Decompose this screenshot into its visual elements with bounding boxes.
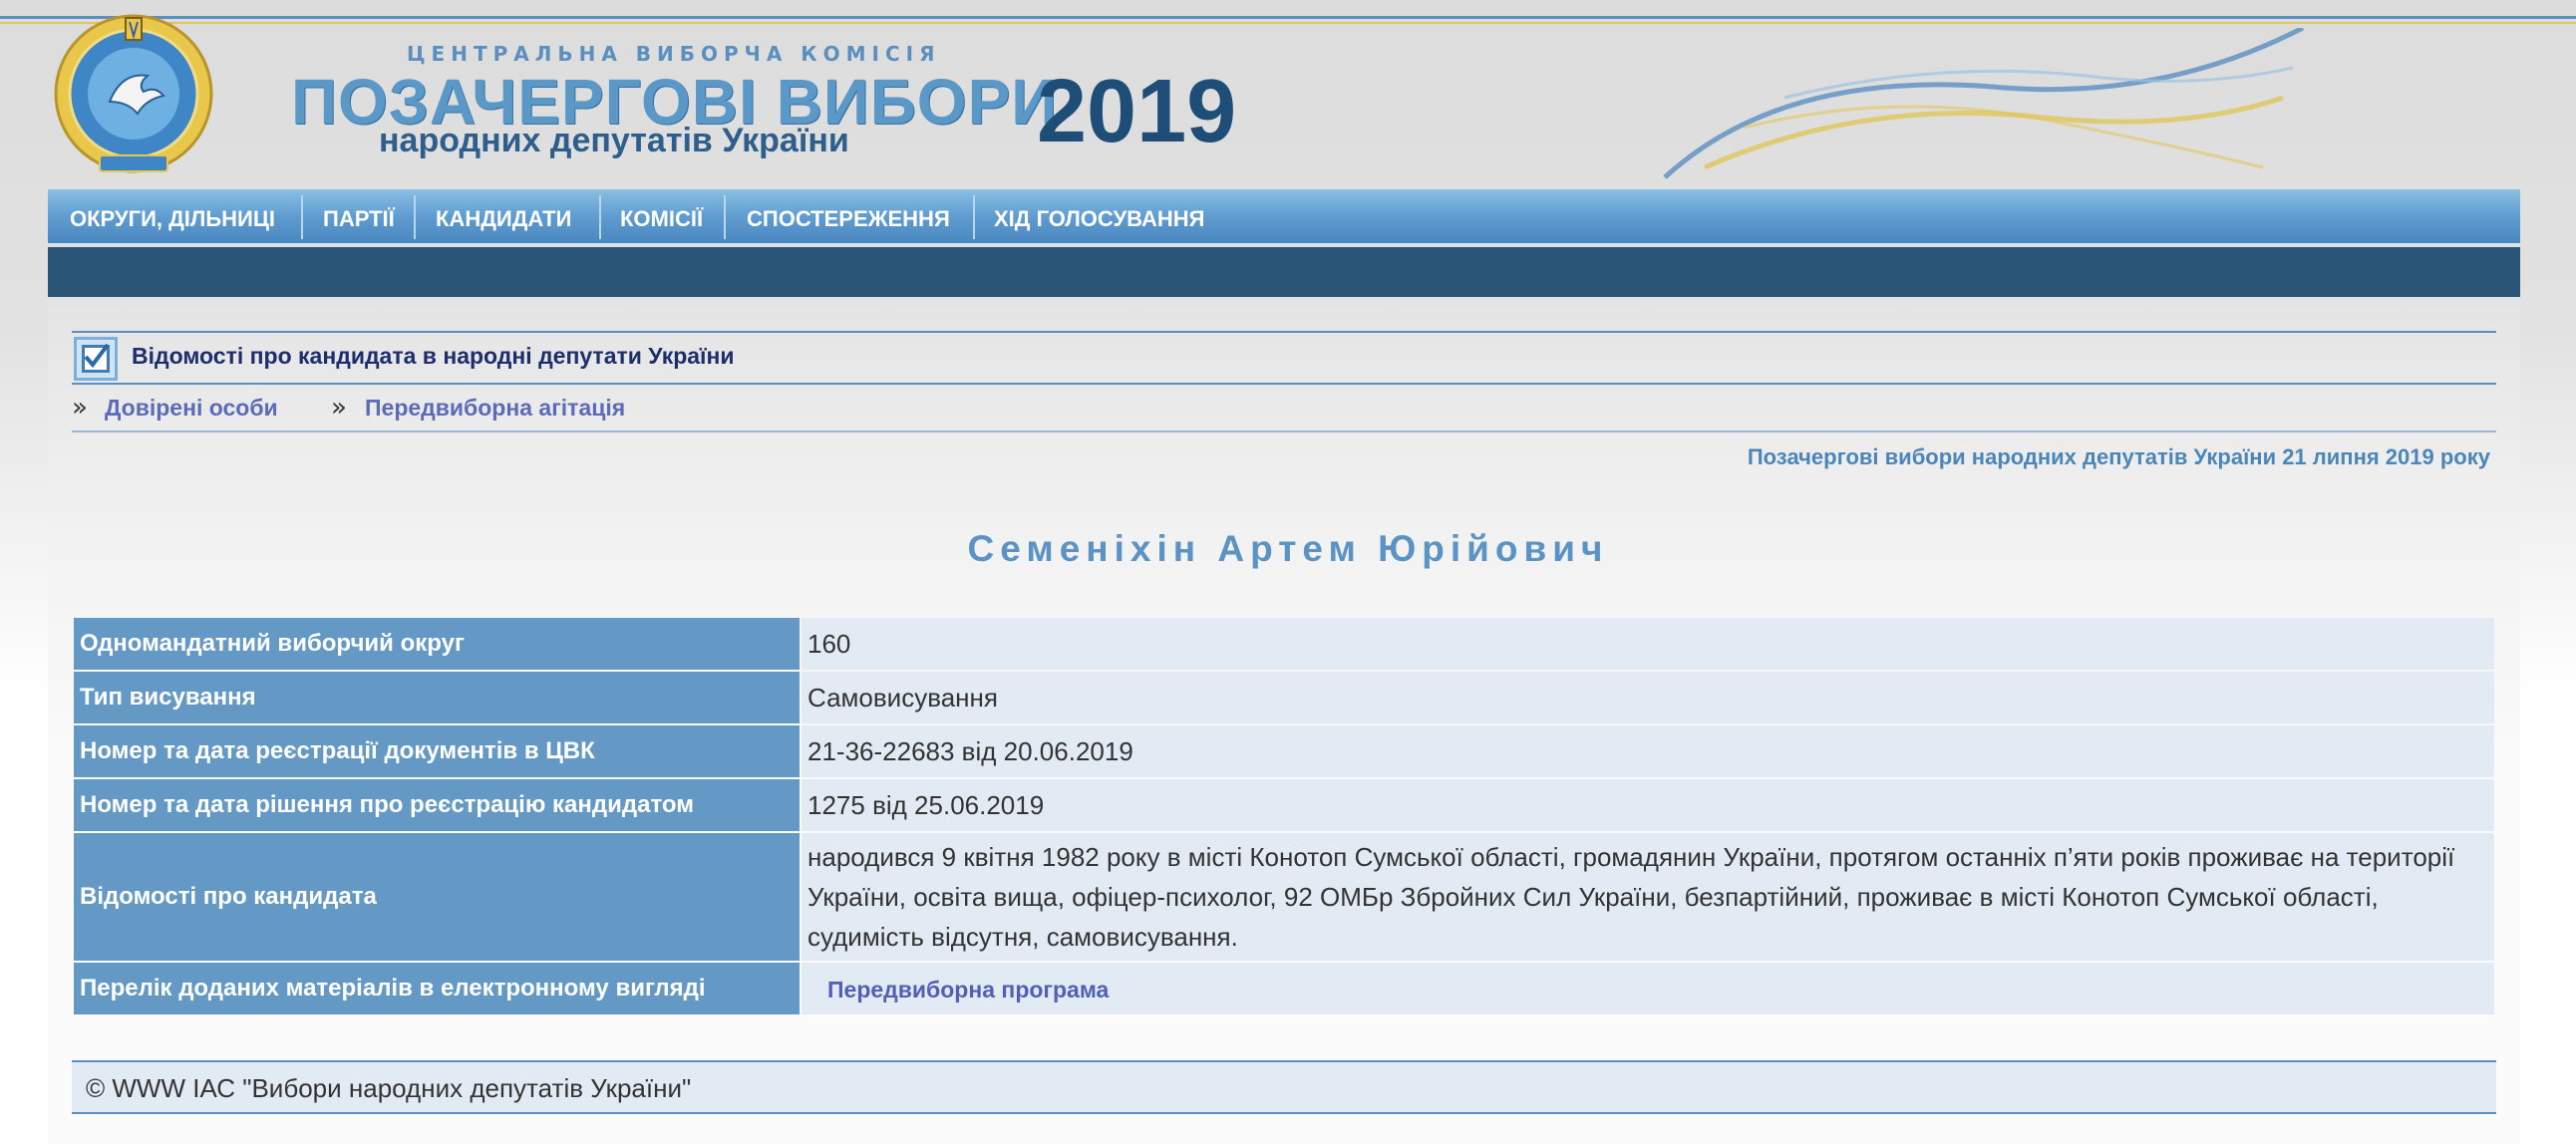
divider: [72, 383, 2496, 385]
table-row: Тип висування Самовисування: [74, 672, 2494, 723]
table-row: Перелік доданих матеріалів в електронном…: [74, 963, 2494, 1014]
table-row: Відомості про кандидата народився 9 квіт…: [74, 833, 2494, 961]
divider: [72, 430, 2496, 432]
row-label: Номер та дата реєстрації документів в ЦВ…: [74, 725, 800, 777]
row-value: 21-36-22683 від 20.06.2019: [802, 725, 2494, 777]
nav-item-parties[interactable]: ПАРТІЇ: [323, 189, 395, 245]
checkbox-icon: [74, 337, 118, 381]
nav-separator: [724, 195, 726, 239]
row-value: 160: [802, 618, 2494, 670]
row-label: Відомості про кандидата: [74, 833, 800, 961]
nav-item-voting-progress[interactable]: ХІД ГОЛОСУВАННЯ: [994, 189, 1204, 245]
sub-nav-bar: [48, 247, 2520, 297]
top-accent-line-blue: [0, 16, 2576, 19]
nav-item-commissions[interactable]: КОМІСІЇ: [620, 189, 703, 245]
site-header: ЦЕНТРАЛЬНА ВИБОРЧА КОМІСІЯ ПОЗАЧЕРГОВІ В…: [0, 0, 2576, 189]
link-campaign-program[interactable]: Передвиборна програма: [807, 977, 1109, 1002]
table-row: Одномандатний виборчий округ 160: [74, 618, 2494, 670]
nav-item-observation[interactable]: СПОСТЕРЕЖЕННЯ: [747, 189, 950, 245]
section-title: Відомості про кандидата в народні депута…: [132, 343, 735, 369]
nav-separator: [301, 195, 303, 239]
election-caption: Позачергові вибори народних депутатів Ук…: [1747, 444, 2490, 469]
cvk-emblem-logo[interactable]: [52, 10, 215, 177]
nav-separator: [599, 195, 601, 239]
nav-item-districts[interactable]: ОКРУГИ, ДІЛЬНИЦІ: [70, 189, 275, 245]
candidate-name: Семеніхін Артем Юрійович: [967, 528, 1609, 569]
table-row: Номер та дата реєстрації документів в ЦВ…: [74, 725, 2494, 777]
election-subtitle: народних депутатів України: [379, 122, 849, 159]
link-trusted-persons[interactable]: Довірені особи: [105, 395, 278, 422]
row-label: Одномандатний виборчий округ: [74, 618, 800, 670]
top-accent-line-yellow: [0, 22, 2576, 24]
row-label: Номер та дата рішення про реєстрацію кан…: [74, 779, 800, 831]
row-label: Тип висування: [74, 672, 800, 723]
divider: [72, 331, 2496, 333]
nav-separator: [414, 195, 416, 239]
chevron-right-icon: »: [72, 393, 88, 423]
row-value: Самовисування: [802, 672, 2494, 723]
nav-item-candidates[interactable]: КАНДИДАТИ: [436, 189, 571, 245]
cvk-title: ЦЕНТРАЛЬНА ВИБОРЧА КОМІСІЯ: [407, 42, 941, 66]
nav-separator: [973, 195, 975, 239]
candidate-info-table: Одномандатний виборчий округ 160 Тип вис…: [72, 616, 2496, 1016]
row-value: 1275 від 25.06.2019: [802, 779, 2494, 831]
row-value: народився 9 квітня 1982 року в місті Кон…: [802, 833, 2494, 961]
footer: © WWW ІАС "Вибори народних депутатів Укр…: [72, 1060, 2496, 1114]
row-label: Перелік доданих матеріалів в електронном…: [74, 963, 800, 1014]
row-value: Передвиборна програма: [802, 963, 2494, 1014]
chevron-right-icon: »: [331, 393, 347, 423]
link-campaigning[interactable]: Передвиборна агітація: [365, 395, 625, 422]
decorative-swoosh: [1663, 28, 2305, 179]
election-year: 2019: [1037, 62, 1237, 161]
main-nav: ОКРУГИ, ДІЛЬНИЦІ ПАРТІЇ КАНДИДАТИ КОМІСІ…: [48, 189, 2520, 245]
table-row: Номер та дата рішення про реєстрацію кан…: [74, 779, 2494, 831]
